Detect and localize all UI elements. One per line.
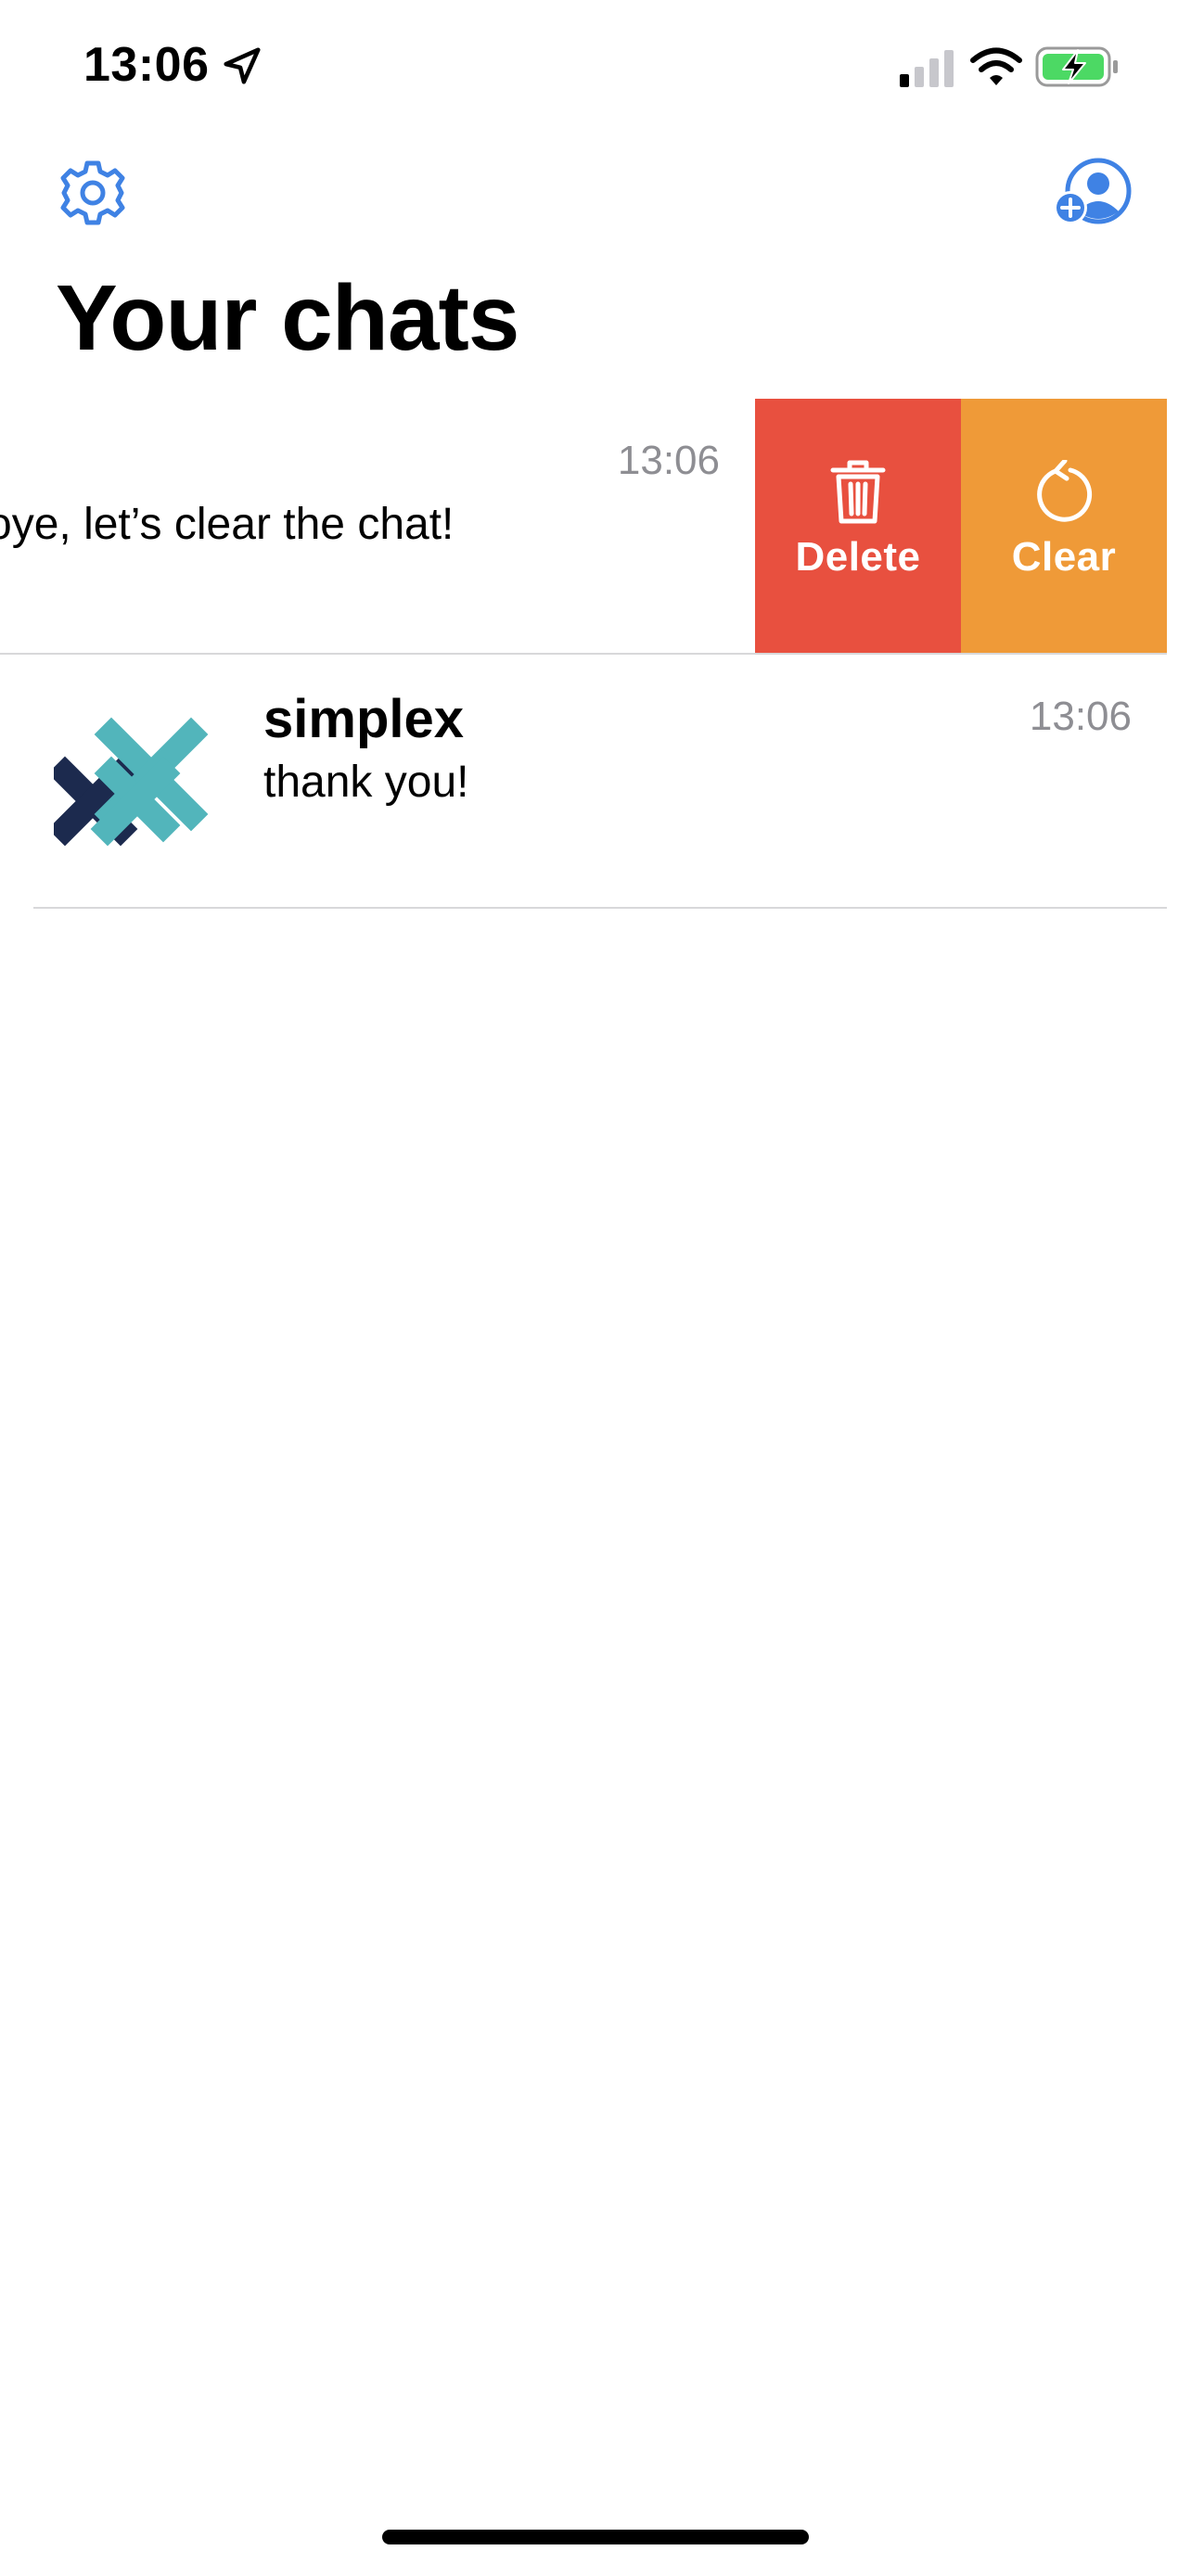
chat-row[interactable]: 13:06 oye, let’s clear the chat! Delete …: [0, 399, 1167, 653]
chat-row[interactable]: simplex 13:06 thank you!: [0, 655, 1167, 907]
chat-last-message: thank you!: [263, 758, 469, 807]
wifi-icon: [970, 47, 1022, 85]
delete-button[interactable]: Delete: [755, 399, 961, 653]
person-add-icon: [1054, 158, 1132, 224]
status-time: 13:06: [83, 38, 210, 92]
chat-last-message: oye, let’s clear the chat!: [0, 500, 455, 549]
battery-charging-icon: [1035, 46, 1118, 87]
add-contact-button[interactable]: [1050, 156, 1133, 230]
trash-icon: [830, 460, 886, 524]
simplex-logo-avatar: [54, 717, 209, 847]
gear-icon: [60, 160, 125, 225]
home-indicator[interactable]: [382, 2530, 809, 2544]
divider: [33, 907, 1167, 909]
location-arrow-icon: [224, 47, 261, 84]
chat-row-content[interactable]: 13:06 oye, let’s clear the chat!: [0, 399, 755, 653]
page-title: Your chats: [56, 266, 519, 370]
cellular-signal-icon: [900, 50, 954, 87]
rotate-icon: [1037, 460, 1093, 522]
settings-button[interactable]: [56, 156, 130, 230]
chat-timestamp: 13:06: [617, 438, 720, 483]
delete-label: Delete: [795, 534, 921, 580]
chat-contact-name: simplex: [263, 689, 464, 749]
clear-label: Clear: [1011, 534, 1117, 580]
clear-button[interactable]: Clear: [961, 399, 1167, 653]
chat-timestamp: 13:06: [1029, 694, 1132, 739]
status-bar: 13:06: [0, 0, 1191, 130]
